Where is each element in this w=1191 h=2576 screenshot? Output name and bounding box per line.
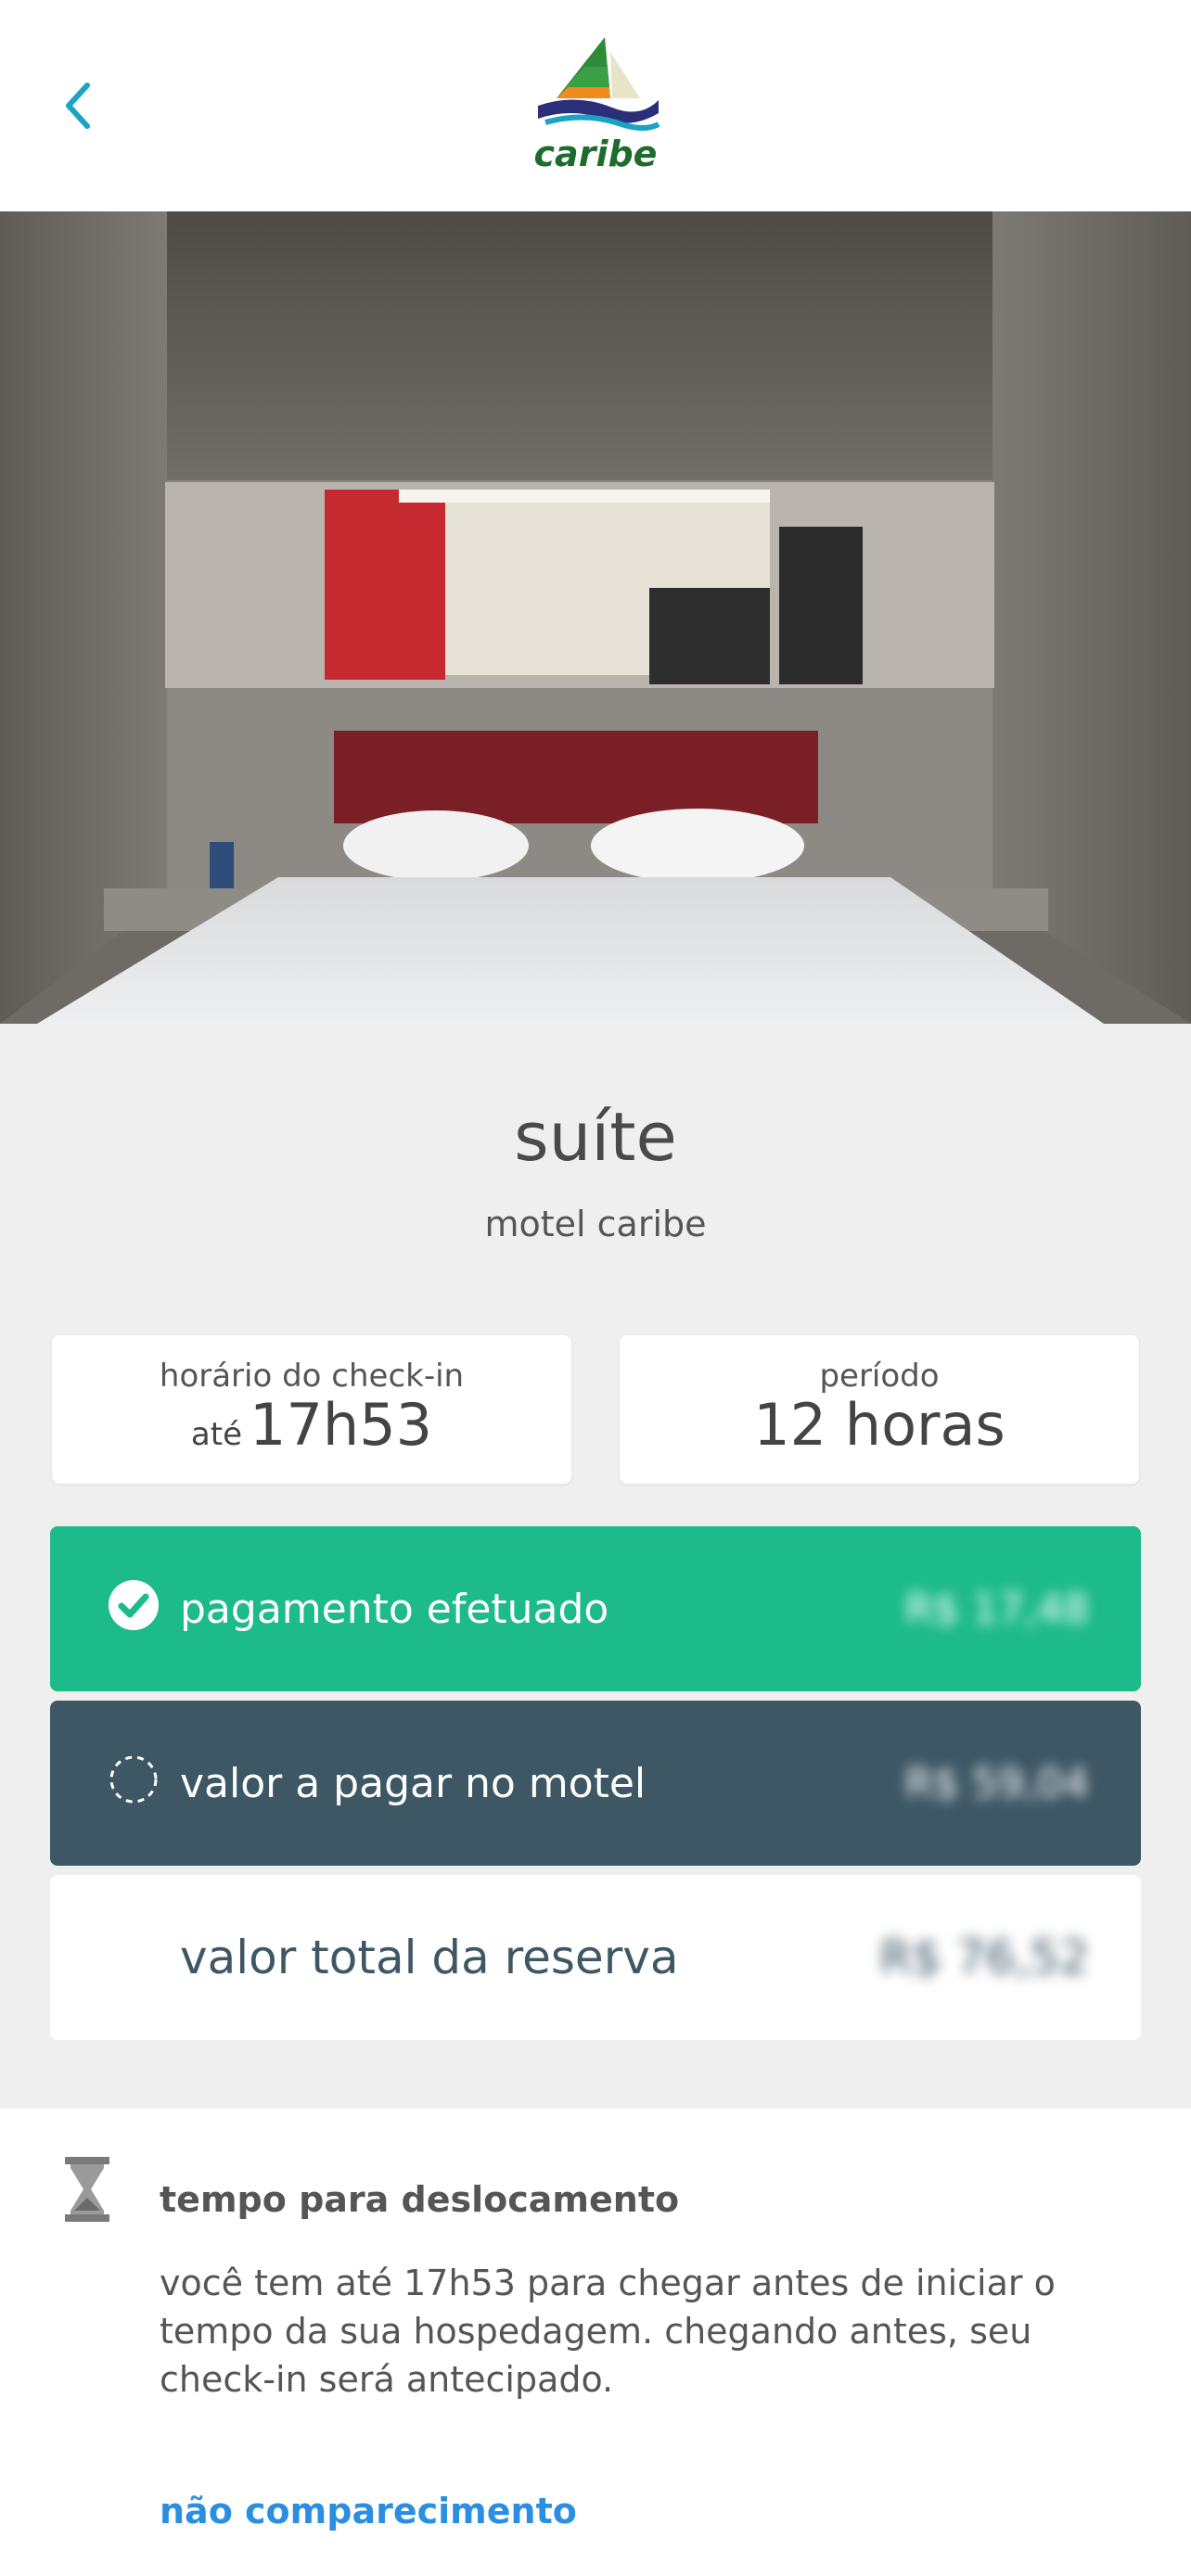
room-photo-image — [0, 211, 1191, 1024]
sailboat-logo-icon — [538, 37, 660, 131]
travel-time-section: tempo para deslocamento você tem até 17h… — [0, 2109, 1191, 2576]
check-circle-icon — [109, 1580, 159, 1630]
checkin-card: horário do check-in até 17h53 — [52, 1335, 571, 1484]
period-value: 12 horas — [753, 1391, 1005, 1459]
chevron-left-icon — [66, 83, 90, 129]
motel-name: motel caribe — [484, 1204, 707, 1244]
to-pay-value: R$ 59,04 — [904, 1759, 1089, 1807]
logo-text: caribe — [533, 134, 658, 174]
payment-done-label: pagamento efetuado — [180, 1585, 609, 1633]
hourglass-icon — [65, 2157, 109, 2222]
total-row: valor total da reserva R$ 76,52 — [50, 1875, 1141, 2040]
dashed-circle-icon — [109, 1755, 158, 1804]
no-show-link[interactable]: não comparecimento — [160, 2491, 577, 2531]
period-label: período — [819, 1358, 940, 1395]
to-pay-label: valor a pagar no motel — [180, 1759, 647, 1807]
room-title: suíte — [514, 1098, 677, 1176]
caribe-logo: caribe — [519, 33, 672, 174]
checkin-time: 17h53 — [250, 1391, 433, 1459]
checkin-value: até 17h53 — [52, 1391, 571, 1459]
room-details: suíte motel caribe horário do check-in a… — [0, 1024, 1191, 2109]
app-header: caribe — [0, 0, 1191, 211]
back-button[interactable] — [48, 69, 108, 143]
total-value: R$ 76,52 — [879, 1931, 1089, 1984]
to-pay-row: valor a pagar no motel R$ 59,04 — [50, 1701, 1141, 1866]
total-label: valor total da reserva — [180, 1931, 679, 1984]
payment-done-value: R$ 17,48 — [904, 1585, 1089, 1633]
checkin-label: horário do check-in — [159, 1358, 465, 1395]
payment-done-row: pagamento efetuado R$ 17,48 — [50, 1526, 1141, 1691]
checkin-prefix: até — [190, 1416, 242, 1453]
period-card: período 12 horas — [620, 1335, 1139, 1484]
travel-time-title: tempo para deslocamento — [160, 2179, 680, 2220]
room-photo — [0, 211, 1191, 1024]
travel-time-text: você tem até 17h53 para chegar antes de … — [160, 2263, 1056, 2400]
